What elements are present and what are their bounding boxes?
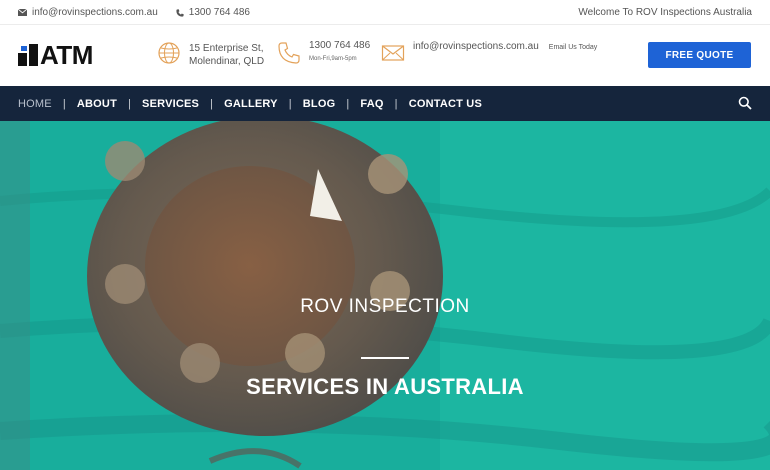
address-line-1: 15 Enterprise St,	[189, 43, 264, 54]
site-header: ATM 15 Enterprise St, Molendinar, QLD 13…	[0, 25, 770, 86]
welcome-text: Welcome To ROV Inspections Australia	[578, 7, 752, 18]
email-block[interactable]: info@rovinspections.com.au Email Us Toda…	[381, 41, 597, 65]
hero-title: ROV INSPECTION	[300, 296, 470, 317]
nav-blog[interactable]: BLOG	[303, 98, 336, 110]
phone-block[interactable]: 1300 764 486 Mon-Fri,9am-5pm	[277, 40, 371, 66]
top-email-text: info@rovinspections.com.au	[32, 7, 158, 18]
top-phone-link[interactable]: 1300 764 486	[176, 7, 250, 18]
phone-hours: Mon-Fri,9am-5pm	[309, 56, 357, 62]
email-label: Email Us Today	[548, 44, 598, 51]
search-icon[interactable]	[738, 96, 752, 110]
phone-icon	[278, 42, 300, 64]
envelope-icon	[18, 9, 27, 16]
globe-icon	[158, 42, 180, 64]
hero-subtitle: SERVICES IN AUSTRALIA	[246, 374, 524, 399]
logo-text: ATM	[40, 40, 93, 70]
address-block: 15 Enterprise St, Molendinar, QLD	[157, 41, 264, 68]
phone-icon	[176, 8, 184, 17]
address-line-2: Molendinar, QLD	[189, 56, 265, 67]
top-bar: info@rovinspections.com.au 1300 764 486 …	[0, 0, 770, 25]
nav-about[interactable]: ABOUT	[77, 98, 117, 110]
top-phone-text: 1300 764 486	[188, 7, 250, 18]
logo-mark-icon	[18, 44, 38, 66]
nav-home[interactable]: HOME	[18, 98, 52, 110]
nav-gallery[interactable]: GALLERY	[224, 98, 278, 110]
header-email: info@rovinspections.com.au	[413, 41, 539, 52]
free-quote-button[interactable]: FREE QUOTE	[648, 42, 751, 68]
nav-faq[interactable]: FAQ	[360, 98, 383, 110]
nav-services[interactable]: SERVICES	[142, 98, 199, 110]
main-nav: HOME | ABOUT | SERVICES | GALLERY | BLOG…	[0, 86, 770, 121]
header-phone: 1300 764 486	[309, 40, 371, 51]
hero-banner: ROV INSPECTION SERVICES IN AUSTRALIA	[0, 121, 770, 470]
logo[interactable]: ATM	[18, 42, 110, 68]
nav-contact-us[interactable]: CONTACT US	[409, 98, 482, 110]
hero-divider	[361, 357, 409, 359]
top-email-link[interactable]: info@rovinspections.com.au	[18, 7, 158, 18]
envelope-icon	[381, 45, 405, 61]
top-contact: info@rovinspections.com.au 1300 764 486	[18, 0, 250, 25]
